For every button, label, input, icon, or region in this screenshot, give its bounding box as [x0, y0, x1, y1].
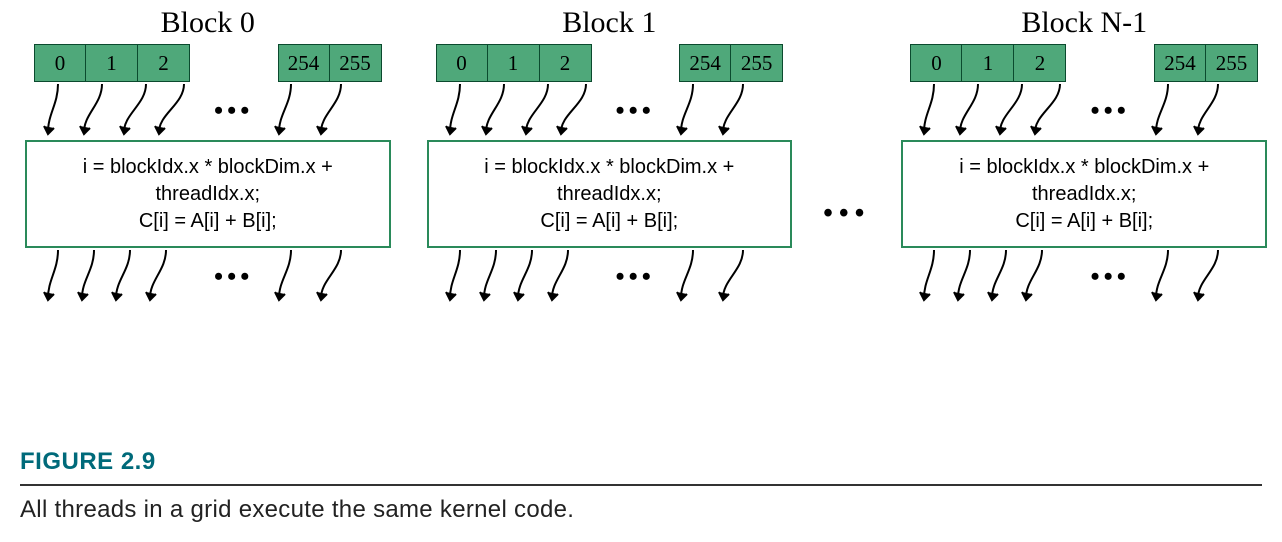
ellipsis: ••• — [1080, 98, 1139, 124]
thread-cells-left: 0 1 2 — [436, 44, 592, 82]
code-line: threadIdx.x; — [35, 181, 381, 208]
block-n-1: Block N-1 0 1 2 254 255 — [896, 6, 1272, 306]
code-line: i = blockIdx.x * blockDim.x + — [437, 154, 783, 181]
arrow-group-icon — [436, 82, 606, 140]
thread-cell: 255 — [1206, 44, 1258, 82]
code-line: threadIdx.x; — [911, 181, 1257, 208]
thread-cell: 255 — [731, 44, 783, 82]
ellipsis: ••• — [204, 98, 263, 124]
thread-cell: 254 — [278, 44, 330, 82]
code-line: C[i] = A[i] + B[i]; — [437, 208, 783, 235]
arrow-group-icon — [910, 82, 1080, 140]
arrows-bottom: ••• — [896, 248, 1272, 306]
thread-row: 0 1 2 254 255 — [896, 44, 1272, 82]
arrows-top: ••• — [422, 82, 798, 140]
ellipsis-between-blocks: ••• — [823, 198, 870, 230]
arrow-group-icon — [665, 82, 775, 140]
thread-row: 0 1 2 254 255 — [422, 44, 798, 82]
thread-cell: 2 — [138, 44, 190, 82]
arrows-top: ••• — [20, 82, 396, 140]
ellipsis: ••• — [606, 264, 665, 290]
arrow-group-icon — [34, 82, 204, 140]
thread-cell: 0 — [34, 44, 86, 82]
block-title: Block 0 — [161, 6, 255, 40]
blocks-row: Block 0 0 1 2 254 255 — [20, 6, 1272, 306]
kernel-code-box: i = blockIdx.x * blockDim.x + threadIdx.… — [901, 140, 1267, 248]
thread-cells-right: 254 255 — [278, 44, 382, 82]
block-title: Block N-1 — [1021, 6, 1147, 40]
arrow-group-icon — [1140, 248, 1250, 306]
thread-cells-right: 254 255 — [1154, 44, 1258, 82]
ellipsis: ••• — [204, 264, 263, 290]
thread-cell: 0 — [436, 44, 488, 82]
block-title: Block 1 — [562, 6, 656, 40]
arrow-group-icon — [263, 82, 373, 140]
arrow-group-icon — [665, 248, 775, 306]
thread-cell: 2 — [1014, 44, 1066, 82]
kernel-code-box: i = blockIdx.x * blockDim.x + threadIdx.… — [25, 140, 391, 248]
arrows-top: ••• — [896, 82, 1272, 140]
thread-cell: 1 — [488, 44, 540, 82]
arrows-bottom: ••• — [20, 248, 396, 306]
thread-cell: 254 — [679, 44, 731, 82]
ellipsis: ••• — [606, 98, 665, 124]
arrow-group-icon — [910, 248, 1080, 306]
thread-cell: 0 — [910, 44, 962, 82]
figure-caption-text: All threads in a grid execute the same k… — [20, 496, 1262, 524]
thread-row: 0 1 2 254 255 — [20, 44, 396, 82]
ellipsis: ••• — [1080, 264, 1139, 290]
arrow-group-icon — [34, 248, 204, 306]
code-line: C[i] = A[i] + B[i]; — [911, 208, 1257, 235]
kernel-code-box: i = blockIdx.x * blockDim.x + threadIdx.… — [427, 140, 793, 248]
arrows-bottom: ••• — [422, 248, 798, 306]
figure-2-9: Block 0 0 1 2 254 255 — [0, 0, 1282, 542]
arrow-group-icon — [436, 248, 606, 306]
arrow-group-icon — [1140, 82, 1250, 140]
figure-rule — [20, 484, 1262, 486]
thread-cells-right: 254 255 — [679, 44, 783, 82]
thread-cells-left: 0 1 2 — [910, 44, 1066, 82]
thread-cell: 254 — [1154, 44, 1206, 82]
code-line: threadIdx.x; — [437, 181, 783, 208]
figure-label: FIGURE 2.9 — [20, 448, 1262, 476]
arrow-group-icon — [263, 248, 373, 306]
code-line: i = blockIdx.x * blockDim.x + — [35, 154, 381, 181]
block-0: Block 0 0 1 2 254 255 — [20, 6, 396, 306]
thread-cells-left: 0 1 2 — [34, 44, 190, 82]
thread-cell: 2 — [540, 44, 592, 82]
thread-cell: 255 — [330, 44, 382, 82]
code-line: C[i] = A[i] + B[i]; — [35, 208, 381, 235]
figure-caption: FIGURE 2.9 All threads in a grid execute… — [20, 448, 1262, 524]
block-1: Block 1 0 1 2 254 255 — [422, 6, 798, 306]
thread-cell: 1 — [86, 44, 138, 82]
code-line: i = blockIdx.x * blockDim.x + — [911, 154, 1257, 181]
thread-cell: 1 — [962, 44, 1014, 82]
